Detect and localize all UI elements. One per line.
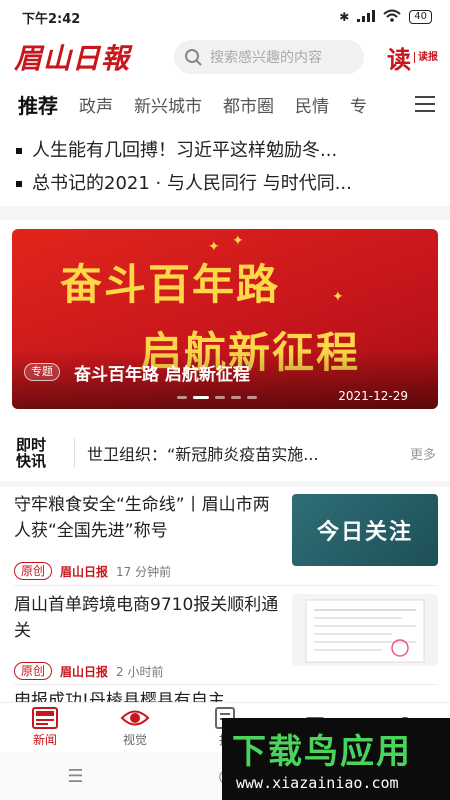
carousel-dot-active[interactable] <box>193 396 209 399</box>
app-header: 眉山日報 搜索感兴趣的内容 读 读报 <box>0 34 450 80</box>
news-item[interactable]: 眉山首单跨境电商9710报关顺利通关 原创 眉山日报 2 小时前 <box>14 592 438 680</box>
banner-title-line1: 奋斗百年路 <box>60 260 281 309</box>
watermark-overlay: 下载鸟应用 www.xiazainiao.com <box>222 718 450 800</box>
watermark-title: 下载鸟应用 <box>232 732 412 772</box>
recent-apps-icon[interactable]: ☰ <box>67 766 83 787</box>
read-big-label: 读 <box>387 44 411 74</box>
headline-item[interactable]: 总书记的2021 · 与人民同行 与时代同... <box>16 167 436 200</box>
headline-item[interactable]: 人生能有几回搏！习近平这样勉励冬... <box>16 134 436 167</box>
carousel-dot[interactable] <box>247 396 257 399</box>
tab-public[interactable]: 民情 <box>295 92 329 117</box>
status-icons: ✱ 40 <box>339 9 432 25</box>
menu-icon-bar <box>415 103 435 105</box>
carousel-dot[interactable] <box>231 396 241 399</box>
section-divider <box>0 206 450 220</box>
news-title[interactable]: 眉山首单跨境电商9710报关顺利通关 <box>14 592 280 644</box>
read-paper-button[interactable]: 读 读报 <box>387 40 438 75</box>
newspaper-icon <box>32 707 58 729</box>
banner-tag: 专题 <box>24 363 60 381</box>
battery-icon: 40 <box>409 10 432 24</box>
search-placeholder: 搜索感兴趣的内容 <box>210 50 322 66</box>
quick-logo-line1: 即时 <box>16 436 47 454</box>
nav-visual-label: 视觉 <box>122 733 147 747</box>
carousel-indicator <box>177 396 257 399</box>
banner-date: 2021-12-29 <box>338 389 408 403</box>
original-badge: 原创 <box>14 662 53 680</box>
news-time: 2 小时前 <box>116 664 164 679</box>
section-divider <box>0 481 450 487</box>
banner-caption: 奋斗百年路 启航新征程 <box>74 365 250 385</box>
quick-more-link[interactable]: 更多 <box>410 444 436 463</box>
dove-icon: ✦ <box>332 289 344 305</box>
top-headlines: 人生能有几回搏！习近平这样勉励冬... 总书记的2021 · 与人民同行 与时代… <box>16 134 436 200</box>
news-time: 17 分钟前 <box>116 564 172 579</box>
watermark-url: www.xiazainiao.com <box>236 774 399 792</box>
channel-menu-button[interactable] <box>400 82 450 126</box>
search-icon <box>185 49 202 66</box>
quick-separator <box>74 438 75 468</box>
quick-logo-line2: 快讯 <box>16 452 47 470</box>
tab-new-city[interactable]: 新兴城市 <box>134 92 202 117</box>
quick-news-logo: 即时 快讯 <box>16 437 60 469</box>
nav-visual[interactable]: 视觉 <box>90 703 180 752</box>
app-logo[interactable]: 眉山日報 <box>14 37 174 77</box>
quick-news-bar[interactable]: 即时 快讯 世卫组织：“新冠肺炎疫苗实施... 更多 <box>16 430 436 476</box>
bluetooth-icon: ✱ <box>339 10 350 24</box>
read-small-label: 读报 <box>414 51 438 63</box>
news-thumbnail[interactable]: 今日关注 <box>292 494 438 566</box>
banner-carousel[interactable]: ✦ ✦ ✦ 奋斗百年路 启航新征程 专题 奋斗百年路 启航新征程 2021-12… <box>12 229 438 409</box>
carousel-dot[interactable] <box>215 396 225 399</box>
wifi-icon <box>383 9 401 25</box>
signal-icon <box>357 9 376 25</box>
eye-icon <box>120 710 150 726</box>
carousel-dot[interactable] <box>177 396 187 399</box>
tab-special[interactable]: 专 <box>350 92 367 117</box>
thumbnail-text: 今日关注 <box>316 519 413 545</box>
nav-news[interactable]: 新闻 <box>0 703 90 752</box>
channel-tabs: 推荐 政声 新兴城市 都市圈 民情 专 <box>0 82 450 126</box>
tab-recommend[interactable]: 推荐 <box>18 90 58 126</box>
list-divider <box>14 684 438 685</box>
menu-icon-bar <box>415 96 435 98</box>
news-thumbnail[interactable] <box>292 594 438 666</box>
news-meta: 原创 眉山日报 2 小时前 <box>14 662 163 680</box>
quick-news-text[interactable]: 世卫组织：“新冠肺炎疫苗实施... <box>87 441 398 465</box>
news-item[interactable]: 守牢粮食安全“生命线”丨眉山市两人获“全国先进”称号 原创 眉山日报 17 分钟… <box>14 492 438 580</box>
news-title[interactable]: 守牢粮食安全“生命线”丨眉山市两人获“全国先进”称号 <box>14 492 280 544</box>
news-source: 眉山日报 <box>60 664 109 679</box>
document-image <box>305 599 425 663</box>
menu-icon-bar <box>415 110 435 112</box>
tab-metro[interactable]: 都市圈 <box>223 92 274 117</box>
status-time: 下午2:42 <box>22 11 81 27</box>
nav-news-label: 新闻 <box>32 733 57 747</box>
original-badge: 原创 <box>14 562 53 580</box>
list-divider <box>14 585 438 586</box>
news-meta: 原创 眉山日报 17 分钟前 <box>14 562 171 580</box>
dove-icon: ✦ <box>232 233 244 249</box>
news-source: 眉山日报 <box>60 564 109 579</box>
tab-politics[interactable]: 政声 <box>79 92 113 117</box>
search-bar[interactable]: 搜索感兴趣的内容 <box>174 40 364 74</box>
status-bar: 下午2:42 ✱ 40 <box>0 0 450 34</box>
